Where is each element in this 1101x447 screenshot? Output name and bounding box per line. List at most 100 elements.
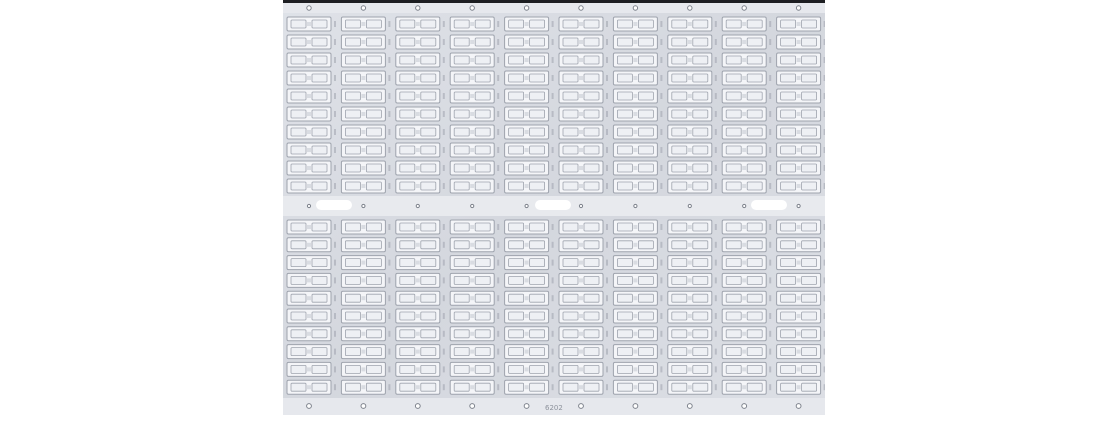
rail-slot-hole <box>316 200 352 210</box>
slot-cell <box>776 16 825 32</box>
slot-cell <box>286 124 336 140</box>
tooling-hole <box>632 5 639 11</box>
slot-cell <box>558 70 608 86</box>
slot-cell <box>776 88 825 104</box>
photo-stage: 6202 <box>0 0 1101 447</box>
tooling-hole <box>578 403 584 409</box>
tooling-hole <box>523 403 530 409</box>
slot-cell <box>395 326 445 342</box>
tooling-hole <box>795 403 802 409</box>
slot-cell <box>558 34 608 50</box>
slot-cell <box>612 237 663 253</box>
slot-cell <box>776 290 825 306</box>
slot-cell <box>449 326 500 342</box>
slot-cell <box>612 326 663 342</box>
slot-cell <box>504 52 554 68</box>
slot-cell <box>449 308 500 324</box>
slot-cell <box>449 219 500 235</box>
slot-cell <box>395 178 445 194</box>
slot-cell <box>286 16 336 32</box>
slot-cell <box>340 308 391 324</box>
slot-cell <box>721 361 772 377</box>
slot-cell <box>612 34 663 50</box>
tooling-hole <box>470 203 475 209</box>
tooling-hole <box>578 5 584 11</box>
slot-cell <box>776 344 825 360</box>
slot-cell <box>340 272 391 288</box>
slot-cell <box>286 178 336 194</box>
slot-cell <box>395 52 445 68</box>
slot-cell <box>449 290 500 306</box>
slot-cell <box>504 272 554 288</box>
slot-cell <box>504 326 554 342</box>
slot-cell <box>340 361 391 377</box>
tooling-hole <box>360 403 367 409</box>
slot-cell <box>286 255 336 271</box>
slot-cell <box>667 326 717 342</box>
slot-cell <box>612 88 663 104</box>
slot-cell <box>558 308 608 324</box>
slot-cell <box>612 255 663 271</box>
slot-cell <box>612 219 663 235</box>
leadframe-strip: 6202 <box>283 0 825 415</box>
slot-cell <box>612 344 663 360</box>
slot-cell <box>667 88 717 104</box>
slot-cell <box>558 379 608 395</box>
slot-cell <box>340 70 391 86</box>
slot-cell <box>776 124 825 140</box>
slot-cell <box>340 178 391 194</box>
slot-cell <box>721 16 772 32</box>
slot-cell <box>286 272 336 288</box>
slot-cell <box>667 34 717 50</box>
slot-cell <box>286 88 336 104</box>
slot-cell <box>286 308 336 324</box>
slot-cell <box>558 142 608 158</box>
slot-cell <box>721 326 772 342</box>
rail-slot-hole <box>535 200 571 210</box>
slot-cell <box>286 142 336 158</box>
slot-cell <box>776 106 825 122</box>
slot-cell <box>395 344 445 360</box>
slot-cell <box>776 219 825 235</box>
slot-cell <box>721 70 772 86</box>
slot-cell <box>612 160 663 176</box>
slot-cell <box>667 142 717 158</box>
slot-cell <box>721 178 772 194</box>
tooling-hole <box>361 203 366 209</box>
slot-cell <box>612 361 663 377</box>
slot-cell <box>612 308 663 324</box>
slot-cell <box>667 379 717 395</box>
tooling-hole <box>469 403 476 409</box>
slot-cell <box>340 142 391 158</box>
slot-cell <box>667 106 717 122</box>
slot-cell <box>395 255 445 271</box>
slot-cell <box>721 255 772 271</box>
slot-cell <box>667 272 717 288</box>
slot-cell <box>340 16 391 32</box>
tooling-hole <box>306 403 312 409</box>
slot-cell <box>558 16 608 32</box>
slot-cell <box>667 255 717 271</box>
tooling-hole <box>306 5 312 11</box>
slot-cell <box>286 361 336 377</box>
slot-cell <box>504 290 554 306</box>
slot-cell <box>776 34 825 50</box>
slot-cell <box>395 219 445 235</box>
slot-cell <box>721 124 772 140</box>
slot-cell <box>776 308 825 324</box>
slot-cell <box>395 88 445 104</box>
slot-cell <box>612 70 663 86</box>
slot-cell <box>286 326 336 342</box>
slot-cell <box>504 34 554 50</box>
slot-cell <box>612 124 663 140</box>
slot-cell <box>558 52 608 68</box>
slot-cell <box>776 142 825 158</box>
slot-cell <box>449 88 500 104</box>
slot-cell <box>340 255 391 271</box>
slot-cell <box>721 106 772 122</box>
leadframe-photo: 6202 <box>283 0 825 415</box>
slot-cell <box>286 344 336 360</box>
slot-cell <box>721 290 772 306</box>
slot-cell <box>558 178 608 194</box>
slot-cell <box>721 379 772 395</box>
